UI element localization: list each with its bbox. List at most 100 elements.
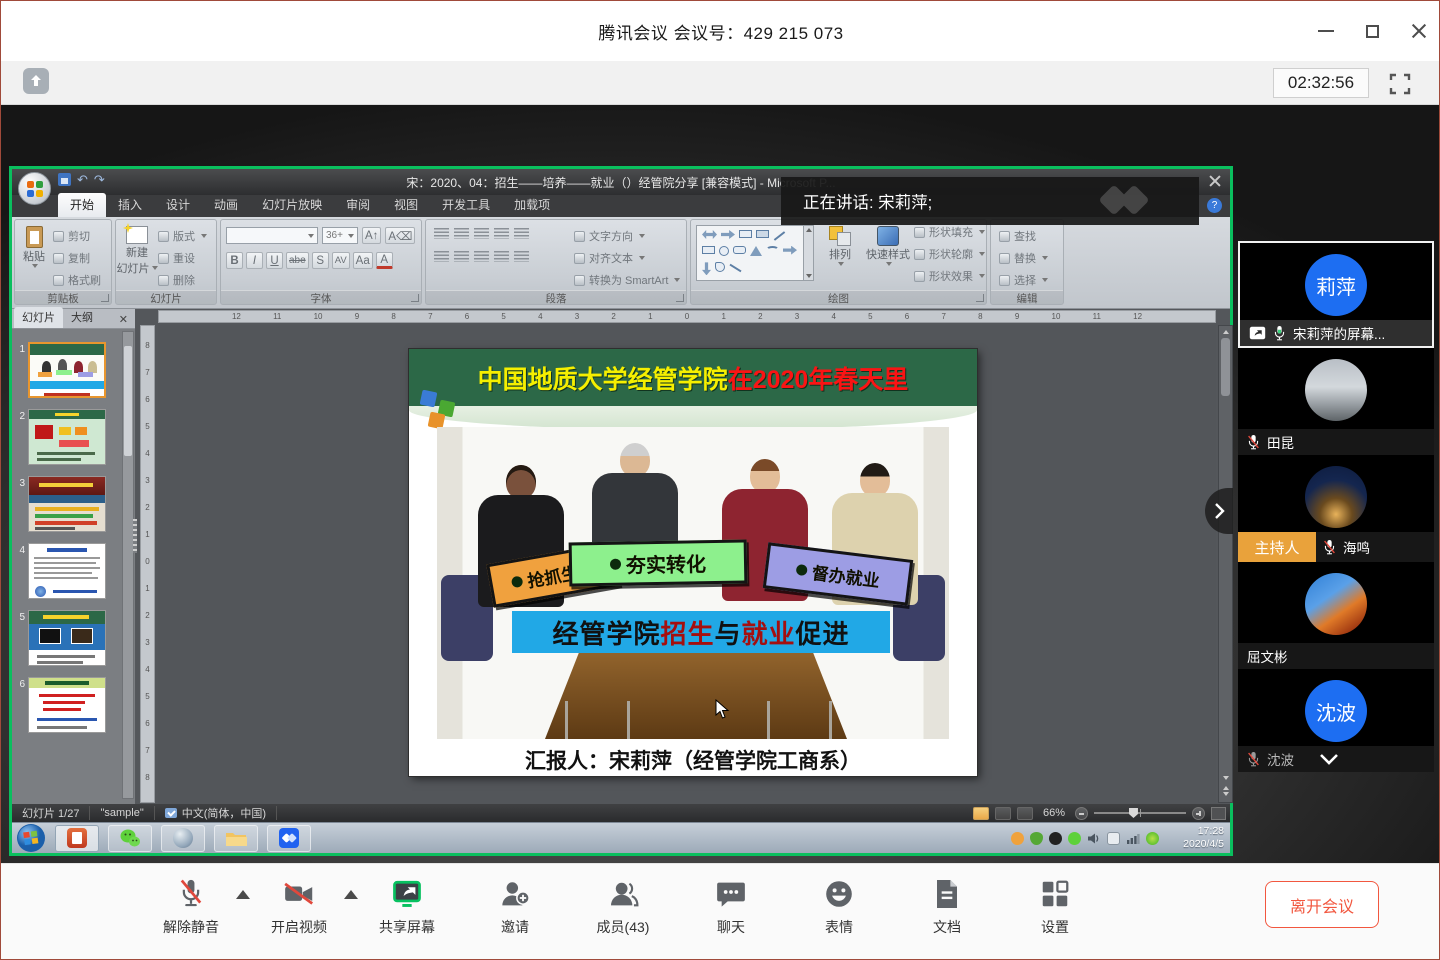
taskbar-wechat[interactable] bbox=[108, 825, 152, 852]
slide-thumbnail-4[interactable] bbox=[28, 543, 106, 599]
reset-button[interactable]: 重设 bbox=[158, 250, 207, 266]
unmute-button[interactable]: 解除静音 bbox=[149, 878, 233, 937]
minimize-icon[interactable] bbox=[1318, 30, 1334, 32]
participant-tile-haiming[interactable]: 主持人 海鸣 bbox=[1238, 455, 1434, 562]
dialog-launcher-icon[interactable] bbox=[411, 294, 419, 302]
shapes-scrollbar[interactable] bbox=[803, 226, 813, 280]
font-name-select[interactable] bbox=[226, 227, 318, 244]
tray-key-icon[interactable] bbox=[1011, 832, 1024, 845]
next-slide-icon[interactable] bbox=[1223, 792, 1229, 796]
video-options-caret[interactable] bbox=[344, 890, 358, 899]
tab-insert[interactable]: 插入 bbox=[106, 193, 154, 217]
columns-icon[interactable] bbox=[514, 251, 529, 262]
undo-icon[interactable]: ↶ bbox=[77, 173, 88, 186]
text-direction-button[interactable]: 文字方向 bbox=[574, 228, 680, 244]
participant-tile-tiankun[interactable]: 田昆 bbox=[1238, 348, 1434, 455]
align-text-button[interactable]: 对齐文本 bbox=[574, 250, 680, 266]
members-button[interactable]: 成员(43) bbox=[581, 878, 665, 937]
participant-tile-songliping[interactable]: 莉萍 宋莉萍的屏幕... bbox=[1238, 241, 1434, 348]
tab-slides[interactable]: 幻灯片 bbox=[14, 307, 63, 328]
participant-tile-quwenbin[interactable]: 屈文彬 bbox=[1238, 562, 1434, 669]
panel-close-icon[interactable]: ✕ bbox=[116, 311, 131, 328]
quick-styles-button[interactable]: 快速样式 bbox=[862, 220, 914, 284]
indent-increase-icon[interactable] bbox=[494, 228, 509, 239]
shape-outline-button[interactable]: 形状轮廓 bbox=[914, 246, 985, 262]
cut-button[interactable]: 剪切 bbox=[53, 228, 101, 244]
fit-to-window-button[interactable] bbox=[1211, 807, 1226, 820]
taskbar-clock[interactable]: 17:28 2020/4/5 bbox=[1165, 825, 1227, 851]
tab-slideshow[interactable]: 幻灯片放映 bbox=[250, 193, 334, 217]
find-button[interactable]: 查找 bbox=[999, 228, 1063, 244]
justify-icon[interactable] bbox=[494, 251, 509, 262]
tray-qq-icon[interactable] bbox=[1049, 832, 1062, 845]
align-left-icon[interactable] bbox=[434, 251, 449, 262]
slide-sorter-button[interactable] bbox=[995, 807, 1011, 820]
layout-button[interactable]: 版式 bbox=[158, 228, 207, 244]
leave-meeting-button[interactable]: 离开会议 bbox=[1265, 881, 1379, 928]
bold-button[interactable]: B bbox=[226, 252, 243, 269]
ppt-close-icon[interactable] bbox=[1208, 174, 1222, 188]
zoom-in-button[interactable] bbox=[1192, 807, 1205, 820]
start-video-button[interactable]: 开启视频 bbox=[257, 878, 341, 937]
font-size-select[interactable]: 36+ bbox=[322, 227, 358, 244]
select-button[interactable]: 选择 bbox=[999, 272, 1063, 288]
bullets-icon[interactable] bbox=[434, 228, 449, 239]
tab-addins[interactable]: 加载项 bbox=[502, 193, 562, 217]
tray-clipboard-icon[interactable] bbox=[1107, 832, 1120, 845]
slideshow-button[interactable] bbox=[1017, 807, 1033, 820]
tab-design[interactable]: 设计 bbox=[154, 193, 202, 217]
dialog-launcher-icon[interactable] bbox=[676, 294, 684, 302]
shape-fill-button[interactable]: 形状填充 bbox=[914, 224, 985, 240]
settings-button[interactable]: 设置 bbox=[1013, 878, 1097, 937]
new-slide-button[interactable]: 新建 幻灯片 bbox=[116, 220, 158, 288]
indent-decrease-icon[interactable] bbox=[474, 228, 489, 239]
taskbar-browser[interactable] bbox=[161, 825, 205, 852]
chevron-down-icon[interactable] bbox=[1319, 753, 1339, 765]
tab-animation[interactable]: 动画 bbox=[202, 193, 250, 217]
tray-update-icon[interactable] bbox=[1146, 832, 1159, 845]
zoom-out-button[interactable] bbox=[1075, 807, 1088, 820]
slide-thumbnail-1[interactable] bbox=[28, 342, 106, 398]
taskbar-meeting-app[interactable] bbox=[267, 825, 311, 852]
tab-view[interactable]: 视图 bbox=[382, 193, 430, 217]
tab-review[interactable]: 审阅 bbox=[334, 193, 382, 217]
shape-effects-button[interactable]: 形状效果 bbox=[914, 268, 985, 284]
tab-developer[interactable]: 开发工具 bbox=[430, 193, 502, 217]
tab-outline[interactable]: 大纲 bbox=[63, 307, 101, 328]
tray-wechat-icon[interactable] bbox=[1068, 832, 1081, 845]
strikethrough-button[interactable]: abe bbox=[286, 252, 309, 269]
panel-splitter[interactable] bbox=[133, 519, 137, 553]
tab-home[interactable]: 开始 bbox=[58, 193, 106, 217]
taskbar-powerpoint[interactable] bbox=[55, 825, 99, 852]
change-case-button[interactable]: Aa bbox=[353, 252, 373, 269]
grow-font-button[interactable]: A↑ bbox=[362, 227, 381, 244]
shadow-button[interactable]: S bbox=[312, 252, 329, 269]
replace-button[interactable]: 替换 bbox=[999, 250, 1063, 266]
normal-view-button[interactable] bbox=[973, 807, 989, 820]
zoom-slider[interactable] bbox=[1094, 812, 1186, 814]
clear-format-button[interactable]: A⌫ bbox=[385, 227, 415, 244]
copy-button[interactable]: 复制 bbox=[53, 250, 101, 266]
dialog-launcher-icon[interactable] bbox=[101, 294, 109, 302]
underline-button[interactable]: U bbox=[266, 252, 283, 269]
close-icon[interactable] bbox=[1411, 23, 1427, 39]
slide-thumbnail-2[interactable] bbox=[28, 409, 106, 465]
numbering-icon[interactable] bbox=[454, 228, 469, 239]
documents-button[interactable]: 文档 bbox=[905, 878, 989, 937]
share-screen-button[interactable]: 共享屏幕 bbox=[365, 878, 449, 937]
fullscreen-icon[interactable] bbox=[1385, 69, 1415, 99]
security-shield-icon[interactable] bbox=[23, 68, 49, 94]
invite-button[interactable]: 邀请 bbox=[473, 878, 557, 937]
panel-scrollbar[interactable] bbox=[122, 331, 134, 799]
chat-button[interactable]: 聊天 bbox=[689, 878, 773, 937]
help-icon[interactable]: ? bbox=[1207, 198, 1222, 213]
dialog-launcher-icon[interactable] bbox=[976, 294, 984, 302]
tray-volume-icon[interactable] bbox=[1087, 832, 1101, 845]
italic-button[interactable]: I bbox=[246, 252, 263, 269]
previous-slide-icon[interactable] bbox=[1223, 786, 1229, 790]
delete-slide-button[interactable]: 删除 bbox=[158, 272, 207, 288]
shapes-gallery[interactable] bbox=[696, 225, 814, 281]
smartart-button[interactable]: 转换为 SmartArt bbox=[574, 272, 680, 288]
taskbar-explorer[interactable] bbox=[214, 825, 258, 852]
align-center-icon[interactable] bbox=[454, 251, 469, 262]
